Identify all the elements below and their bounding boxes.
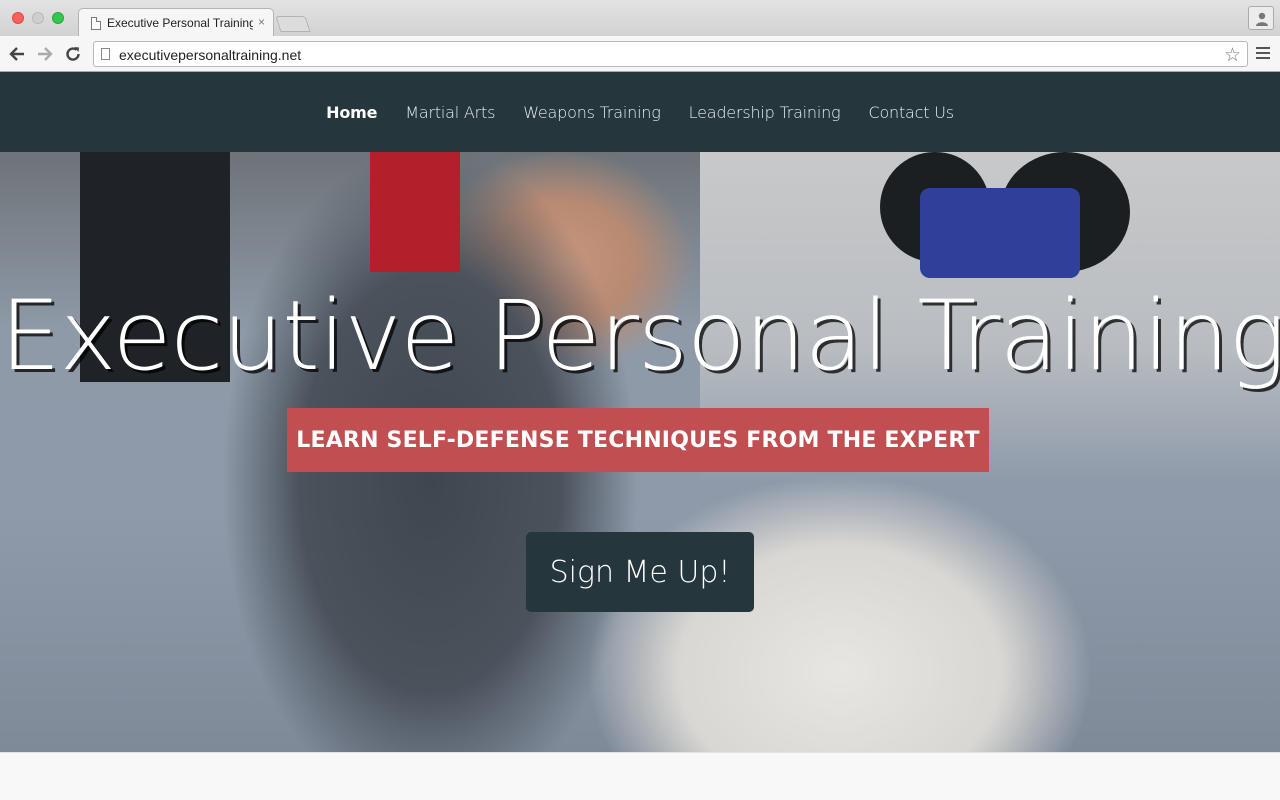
back-arrow-icon[interactable]	[8, 45, 26, 63]
tab-close-icon[interactable]: ×	[258, 15, 265, 29]
tab-title: Executive Personal Training	[107, 16, 253, 30]
page-icon	[101, 48, 110, 60]
nav-link-martial-arts[interactable]: Martial Arts	[405, 103, 495, 122]
nav-link-leadership-training[interactable]: Leadership Training	[689, 103, 841, 122]
hero-background-image	[370, 152, 460, 272]
url-text[interactable]: executivepersonaltraining.net	[119, 47, 301, 63]
hero-tagline: LEARN SELF-DEFENSE TECHNIQUES FROM THE E…	[287, 408, 989, 472]
nav-link-home[interactable]: Home	[326, 103, 377, 122]
hero-title: Executive Personal Training	[0, 280, 1280, 392]
address-bar[interactable]: executivepersonaltraining.net ☆	[93, 41, 1248, 67]
browser-toolbar: executivepersonaltraining.net ☆	[0, 36, 1280, 72]
bookmark-star-icon[interactable]: ☆	[1224, 44, 1241, 67]
nav-link-weapons-training[interactable]: Weapons Training	[523, 103, 661, 122]
person-icon	[1256, 12, 1268, 26]
site-navbar: Home Martial Arts Weapons Training Leade…	[0, 72, 1280, 152]
main-nav: Home Martial Arts Weapons Training Leade…	[0, 72, 1280, 152]
hero-background-image	[920, 188, 1080, 278]
close-window-button[interactable]	[12, 12, 24, 24]
reload-icon[interactable]	[64, 45, 82, 63]
browser-titlebar: Executive Personal Training ×	[0, 0, 1280, 37]
profile-button[interactable]	[1248, 6, 1274, 30]
nav-link-contact-us[interactable]: Contact Us	[868, 103, 954, 122]
sign-up-button[interactable]: Sign Me Up!	[526, 532, 754, 612]
page-content-area	[0, 752, 1280, 800]
new-tab-button[interactable]	[275, 16, 311, 32]
browser-menu-icon[interactable]	[1256, 47, 1270, 61]
page-icon	[91, 17, 101, 30]
minimize-window-button[interactable]	[32, 12, 44, 24]
hero-section: Executive Personal Training LEARN SELF-D…	[0, 152, 1280, 752]
forward-arrow-icon[interactable]	[36, 45, 54, 63]
maximize-window-button[interactable]	[52, 12, 64, 24]
browser-tab[interactable]: Executive Personal Training ×	[78, 8, 274, 37]
